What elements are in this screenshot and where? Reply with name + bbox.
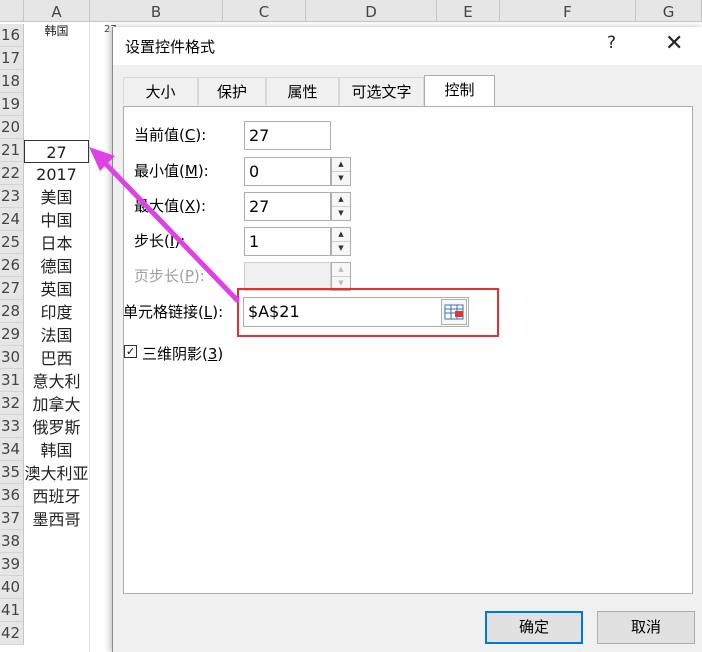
annotation-arrow [89,147,240,303]
